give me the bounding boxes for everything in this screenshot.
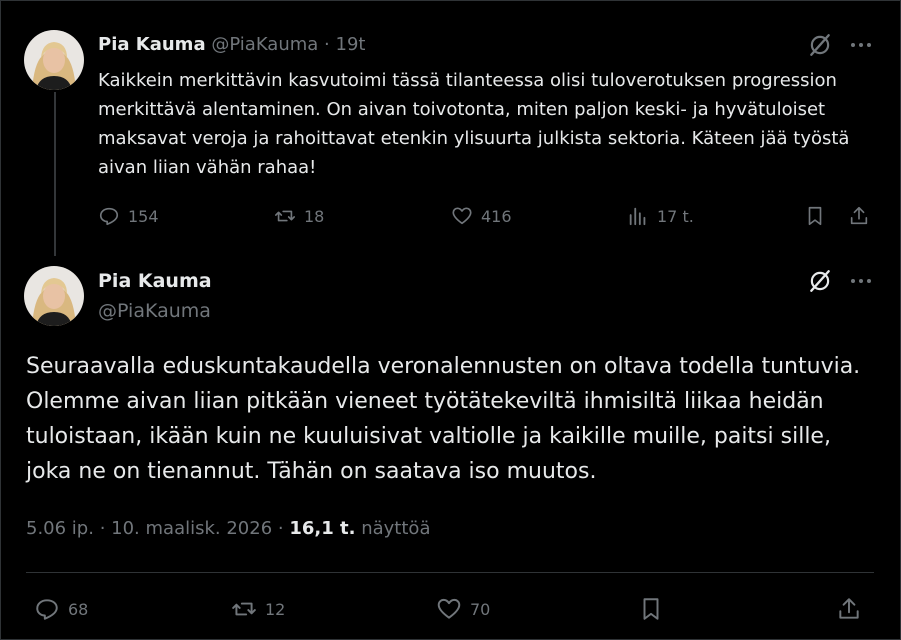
reply-count: 68	[68, 599, 89, 619]
grok-icon[interactable]	[807, 268, 833, 294]
author-handle[interactable]: @PiaKauma	[98, 300, 211, 322]
repost-button[interactable]: 18	[274, 201, 324, 231]
tweet-header: Pia Kauma @PiaKauma · 19t	[98, 34, 365, 55]
tweet-date[interactable]: 10. maalisk. 2026	[111, 518, 272, 539]
share-icon	[850, 206, 868, 225]
repost-count: 18	[304, 206, 325, 226]
more-icon[interactable]	[848, 268, 874, 294]
repost-button[interactable]: 12	[231, 594, 285, 624]
separator-dot: ·	[324, 34, 330, 55]
reply-icon	[36, 599, 58, 620]
reply-button[interactable]: 154	[98, 201, 159, 231]
bookmark-icon	[808, 206, 822, 226]
like-count: 416	[481, 206, 512, 226]
views-icon	[629, 207, 646, 226]
views-label: näyttöä	[361, 518, 431, 539]
grok-icon[interactable]	[807, 32, 833, 58]
reply-icon	[99, 207, 119, 226]
like-button[interactable]: 416	[451, 201, 512, 231]
heart-icon	[452, 207, 472, 225]
tweet-actions: 68 12 70	[26, 594, 874, 624]
tweet-actions: 154 18 416 17 t.	[98, 201, 880, 231]
bookmark-button[interactable]	[638, 594, 664, 624]
views-button[interactable]: 17 t.	[627, 201, 694, 231]
repost-count: 12	[265, 599, 286, 619]
tweet-time[interactable]: 19t	[336, 34, 366, 55]
author-name[interactable]: Pia Kauma	[98, 34, 206, 55]
divider	[26, 572, 874, 573]
share-button[interactable]	[836, 594, 862, 624]
bookmark-button[interactable]	[804, 201, 826, 231]
repost-icon	[275, 210, 295, 222]
views-count: 16,1 t.	[289, 518, 356, 539]
tweet-text: Seuraavalla eduskuntakaudella veronalenn…	[26, 354, 861, 484]
avatar[interactable]	[24, 266, 84, 326]
repost-icon	[232, 602, 256, 616]
tweet-text: Kaikkein merkittävin kasvutoimi tässä ti…	[98, 70, 850, 178]
separator-dot: ·	[99, 518, 106, 539]
like-button[interactable]: 70	[436, 594, 490, 624]
thread-connector-line	[54, 92, 56, 256]
separator-dot: ·	[277, 518, 284, 539]
share-icon	[839, 598, 859, 619]
tweet-time[interactable]: 5.06 ip.	[26, 518, 94, 539]
tweet-meta: 5.06 ip. · 10. maalisk. 2026 · 16,1 t. n…	[26, 518, 430, 539]
author-name[interactable]: Pia Kauma	[98, 270, 212, 292]
views-count: 17 t.	[657, 206, 694, 226]
share-button[interactable]	[848, 201, 870, 231]
heart-icon	[437, 598, 461, 619]
more-icon[interactable]	[848, 32, 874, 58]
bookmark-icon	[643, 598, 659, 620]
reply-button[interactable]: 68	[34, 594, 88, 624]
reply-count: 154	[128, 206, 159, 226]
like-count: 70	[470, 599, 491, 619]
author-handle[interactable]: @PiaKauma	[211, 34, 318, 55]
avatar[interactable]	[24, 30, 84, 90]
